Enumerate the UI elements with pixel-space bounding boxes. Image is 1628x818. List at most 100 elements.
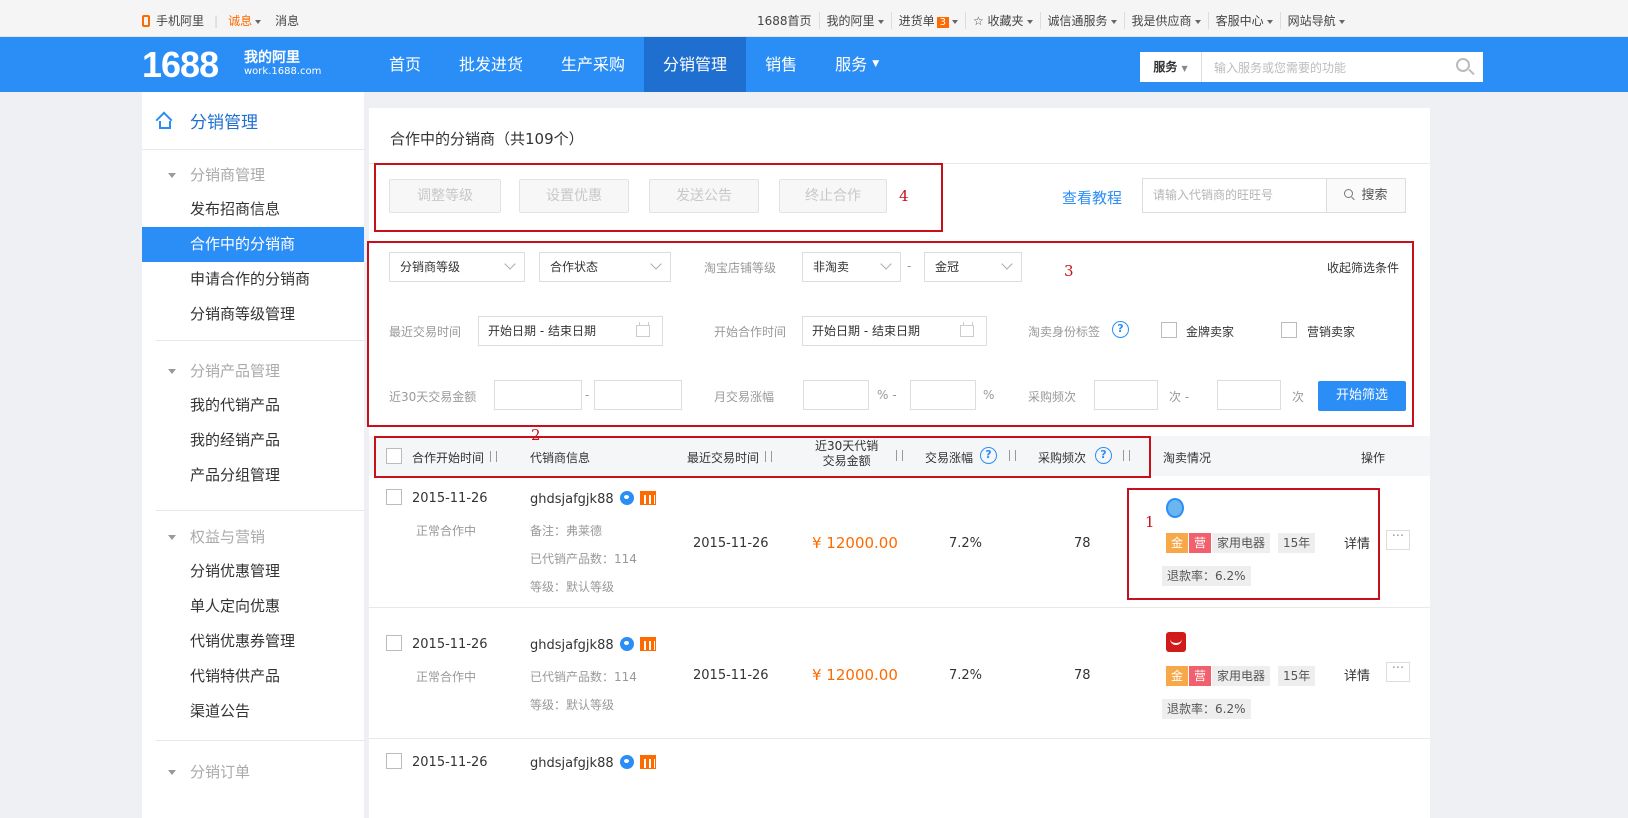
distributor-name[interactable]: ghdsjafgjk88 <box>530 491 656 507</box>
top-link-label: ☆ 收藏夹 <box>972 14 1024 28</box>
wangwang-icon[interactable] <box>619 755 634 769</box>
row-checkbox[interactable] <box>386 635 402 651</box>
main-nav: 首页 批发进货 生产采购 分销管理 销售 服务 ▼ <box>370 37 898 92</box>
distributor-name[interactable]: ghdsjafgjk88 <box>530 637 656 653</box>
more-button[interactable]: ··· <box>1386 662 1410 682</box>
amount-max-input[interactable] <box>594 380 682 410</box>
sidebar-item-distribution-discounts[interactable]: 分销优惠管理 <box>142 554 364 589</box>
range-dash: - <box>585 388 590 402</box>
nav-wholesale[interactable]: 批发进货 <box>440 37 542 92</box>
calendar-icon <box>636 322 650 337</box>
logo-title: 我的阿里 <box>244 50 300 66</box>
triangle-down-icon <box>168 770 176 775</box>
distributor-level-select[interactable]: 分销商等级 <box>389 252 525 282</box>
amount-min-input[interactable] <box>494 380 582 410</box>
sidebar-group-head[interactable]: 分销订单 <box>142 755 364 789</box>
sidebar-group-head[interactable]: 权益与营销 <box>142 520 364 554</box>
row-checkbox[interactable] <box>386 753 402 769</box>
search-scope-select[interactable]: 服务 ▼ <box>1140 52 1202 82</box>
header-search-input[interactable]: 输入服务或您需要的功能 <box>1202 59 1443 76</box>
shop-icon[interactable] <box>639 637 656 651</box>
top-link-cart[interactable]: 进货单 3 <box>892 12 966 29</box>
distributor-name[interactable]: ghdsjafgjk88 <box>530 755 656 771</box>
sidebar-item-channel-notice[interactable]: 渠道公告 <box>142 694 364 729</box>
marketing-seller-checkbox[interactable] <box>1281 322 1297 338</box>
cart-count-badge: 3 <box>936 17 949 28</box>
wangwang-icon[interactable] <box>619 491 634 505</box>
shop-icon[interactable] <box>639 755 656 769</box>
sidebar-group-distributors: 分销商管理 发布招商信息 合作中的分销商 申请合作的分销商 分销商等级管理 <box>142 158 364 332</box>
calendar-icon <box>960 322 974 337</box>
divider <box>156 340 364 341</box>
col-actions: 操作 <box>1361 451 1386 465</box>
nav-services[interactable]: 服务 ▼ <box>816 37 898 92</box>
more-button[interactable]: ··· <box>1386 530 1410 550</box>
nav-home[interactable]: 首页 <box>370 37 440 92</box>
sidebar-item-targeted-discount[interactable]: 单人定向优惠 <box>142 589 364 624</box>
start-filter-button[interactable]: 开始筛选 <box>1318 381 1406 411</box>
shop-level-from-select[interactable]: 非淘卖 <box>802 252 901 282</box>
cooperation-status-select[interactable]: 合作状态 <box>539 252 671 282</box>
sidebar-group-head[interactable]: 分销产品管理 <box>142 354 364 388</box>
gold-seller-checkbox[interactable] <box>1161 322 1177 338</box>
chevron-down-icon <box>1194 19 1201 24</box>
sidebar-group-orders: 分销订单 <box>142 755 364 789</box>
sidebar-group-head[interactable]: 分销商管理 <box>142 158 364 192</box>
wangwang-search-input[interactable]: 请输入代销商的旺旺号 <box>1143 179 1327 212</box>
divider: | <box>214 13 219 28</box>
top-link-label: 我的阿里 <box>826 14 875 28</box>
messages-link[interactable]: 消息 <box>275 12 299 29</box>
sidebar-group-label: 权益与营销 <box>190 528 266 546</box>
nav-procurement[interactable]: 生产采购 <box>542 37 644 92</box>
top-link-supplier[interactable]: 我是供应商 <box>1125 12 1209 29</box>
distributor-products: 已代销产品数：114 <box>530 552 637 566</box>
tutorial-link[interactable]: 查看教程 <box>1062 187 1122 208</box>
nav-sales[interactable]: 销售 <box>746 37 816 92</box>
sidebar-item-coupons[interactable]: 代销优惠券管理 <box>142 624 364 659</box>
sidebar-item-level-management[interactable]: 分销商等级管理 <box>142 297 364 332</box>
top-link-home[interactable]: 1688首页 <box>750 12 820 29</box>
top-link-my-ali[interactable]: 我的阿里 <box>820 12 892 29</box>
sidebar-group-marketing: 权益与营销 分销优惠管理 单人定向优惠 代销优惠券管理 代销特供产品 渠道公告 <box>142 520 364 729</box>
shop-level-to-select[interactable]: 金冠 <box>924 252 1022 282</box>
mobile-link[interactable]: 手机阿里 <box>156 12 204 29</box>
collapse-filters-link[interactable]: 收起筛选条件 <box>1327 259 1399 276</box>
shop-icon[interactable] <box>639 491 656 505</box>
distributor-name-text: ghdsjafgjk88 <box>530 756 614 771</box>
top-link-favorites[interactable]: ☆ 收藏夹 <box>966 12 1041 29</box>
sidebar-item-active-distributors[interactable]: 合作中的分销商 <box>142 227 364 262</box>
nav-distribution[interactable]: 分销管理 <box>644 37 747 92</box>
freq-max-input[interactable] <box>1217 380 1281 410</box>
sidebar: 分销管理 分销商管理 发布招商信息 合作中的分销商 申请合作的分销商 分销商等级… <box>142 92 364 818</box>
freq-min-input[interactable] <box>1094 380 1158 410</box>
sidebar-item-publish-recruit[interactable]: 发布招商信息 <box>142 192 364 227</box>
times-dash: 次 - <box>1169 390 1190 404</box>
sidebar-item-consign-products[interactable]: 我的代销产品 <box>142 388 364 423</box>
top-link-chengxintong[interactable]: 诚信通服务 <box>1041 12 1125 29</box>
sidebar-item-applying-distributors[interactable]: 申请合作的分销商 <box>142 262 364 297</box>
sidebar-item-product-groups[interactable]: 产品分组管理 <box>142 458 364 493</box>
coop-start-date-range[interactable]: 开始日期 - 结束日期 <box>802 316 987 346</box>
shop-level-label: 淘宝店铺等级 <box>704 261 777 275</box>
chengxin-menu[interactable]: 诚息 <box>228 12 262 29</box>
marketing-seller-label: 营销卖家 <box>1307 325 1356 339</box>
row-checkbox[interactable] <box>386 489 402 505</box>
chevron-down-icon <box>877 19 884 24</box>
logo[interactable]: 1688 <box>142 47 219 83</box>
top-link-label: 诚信通服务 <box>1047 14 1108 28</box>
growth-min-input[interactable] <box>803 380 869 410</box>
top-bar: 手机阿里 | 诚息 消息 1688首页 我的阿里 进货单 3 ☆ 收藏夹 诚信通服… <box>0 0 1628 37</box>
top-link-service-center[interactable]: 客服中心 <box>1209 12 1281 29</box>
wangwang-icon[interactable] <box>619 637 634 651</box>
sidebar-item-dealer-products[interactable]: 我的经销产品 <box>142 423 364 458</box>
detail-link[interactable]: 详情 <box>1344 665 1370 684</box>
last-trade-date-range[interactable]: 开始日期 - 结束日期 <box>478 316 663 346</box>
growth-max-input[interactable] <box>910 380 976 410</box>
sidebar-item-special-products[interactable]: 代销特供产品 <box>142 659 364 694</box>
sidebar-title[interactable]: 分销管理 <box>142 92 364 150</box>
search-icon[interactable] <box>1443 52 1483 82</box>
chevron-down-icon <box>1338 19 1345 24</box>
wangwang-search-button[interactable]: 搜索 <box>1327 179 1405 212</box>
help-icon[interactable]: ? <box>1112 321 1129 338</box>
top-link-site-nav[interactable]: 网站导航 <box>1281 12 1352 29</box>
